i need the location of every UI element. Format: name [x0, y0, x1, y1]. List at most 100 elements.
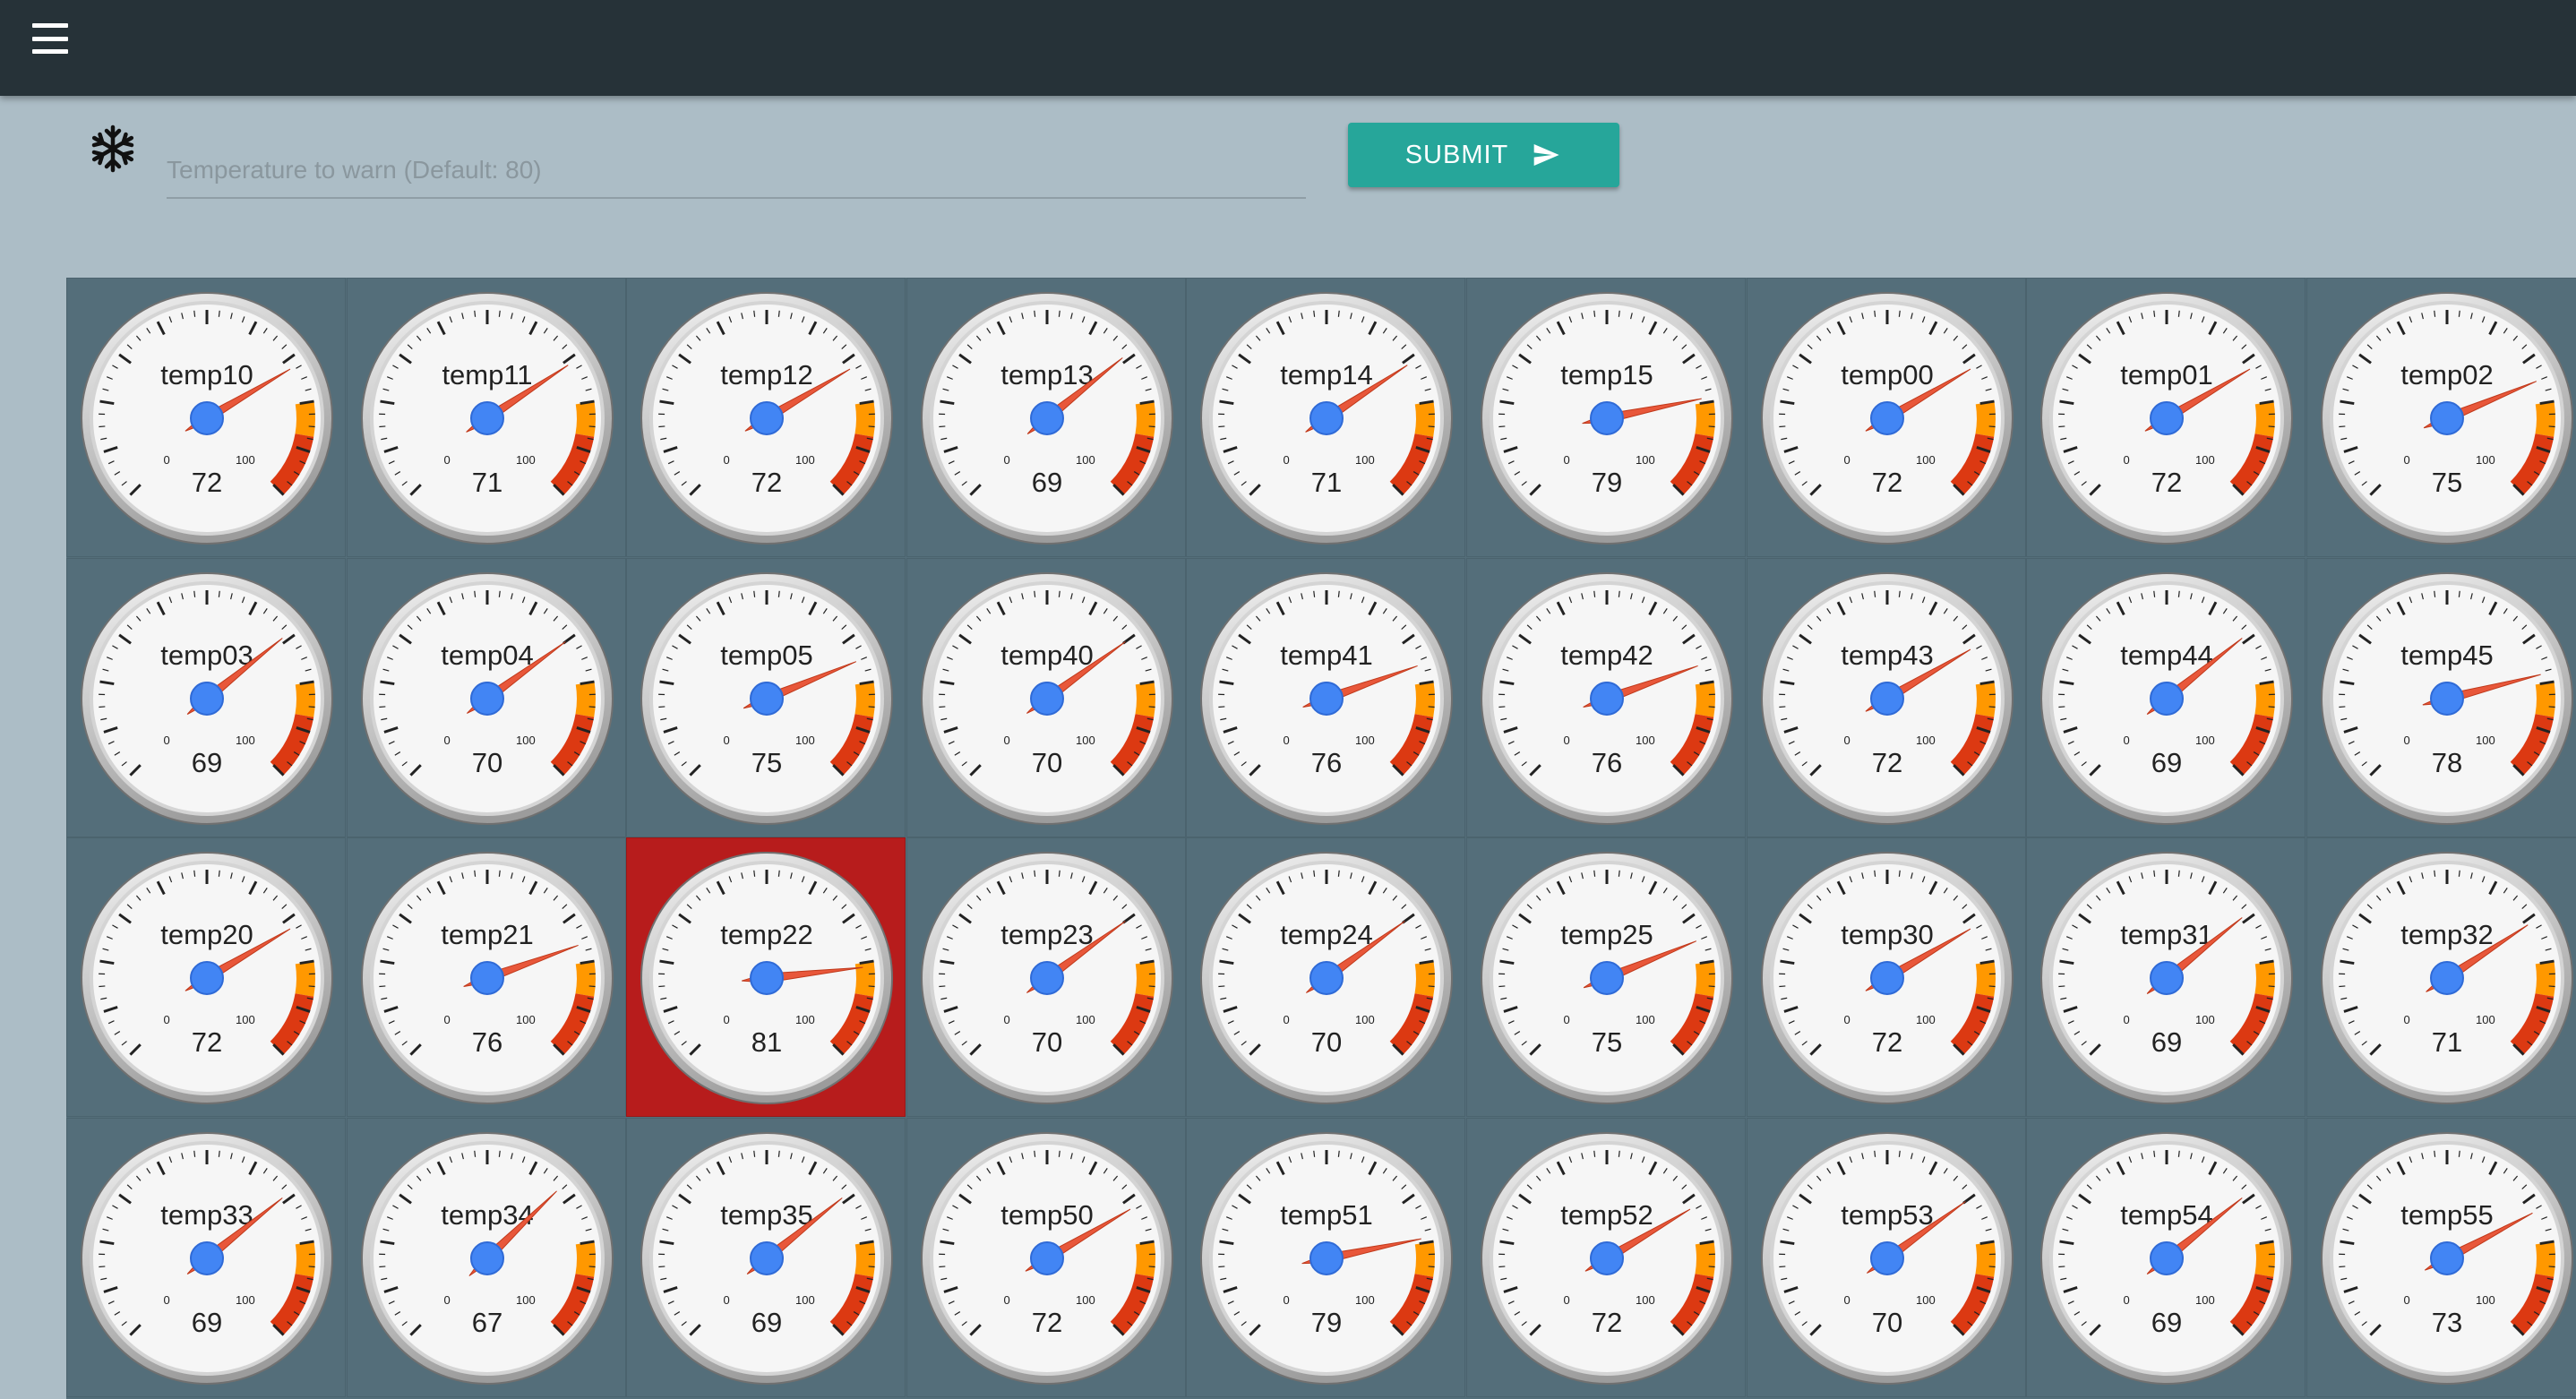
gauge-temp14: 0 100 temp14 71 [1200, 292, 1454, 545]
gauge-warning-band [1135, 401, 1155, 437]
gauge-temp10: 0 100 temp10 72 [81, 292, 333, 545]
gauge-tile-temp05[interactable]: 0 100 temp05 75 [626, 557, 906, 837]
submit-button[interactable]: SUBMIT [1348, 123, 1619, 187]
gauge-tile-temp41[interactable]: 0 100 temp41 76 [1186, 557, 1466, 837]
gauge-value: 69 [1032, 467, 1062, 498]
gauge-title: temp33 [160, 1199, 253, 1231]
gauge-tile-temp21[interactable]: 0 100 temp21 76 [346, 837, 626, 1118]
gauge-hub [1309, 401, 1344, 435]
gauge-title: temp42 [1560, 639, 1653, 671]
gauge-tile-temp22[interactable]: 0 100 temp22 81 [626, 837, 906, 1118]
gauge-value: 72 [1871, 1026, 1902, 1058]
gauge-tile-temp44[interactable]: 0 100 temp44 69 [2026, 557, 2306, 837]
gauge-min-label: 0 [1003, 734, 1009, 747]
gauge-title: temp53 [1841, 1199, 1933, 1231]
gauge-title: temp21 [441, 919, 533, 950]
gauge-min-label: 0 [163, 1013, 169, 1026]
gauge-min-label: 0 [724, 734, 730, 747]
gauge-min-label: 0 [443, 1293, 450, 1307]
gauge-max-label: 100 [516, 1293, 536, 1307]
gauge-tile-temp15[interactable]: 0 100 temp15 79 [1466, 278, 1746, 557]
gauge-temp43: 0 100 temp43 72 [1760, 571, 2014, 825]
gauge-hub [1029, 401, 1064, 435]
gauge-tile-temp50[interactable]: 0 100 temp50 72 [906, 1117, 1186, 1397]
gauge-title: temp10 [160, 359, 253, 391]
gauge-value: 79 [1592, 467, 1622, 498]
gauge-warning-band [295, 1240, 315, 1277]
gauge-max-label: 100 [236, 1013, 255, 1026]
gauge-value: 70 [471, 747, 502, 778]
gauge-max-label: 100 [1076, 453, 1095, 467]
gauge-warning-band [1695, 681, 1715, 717]
gauge-max-label: 100 [236, 453, 255, 467]
gauge-hub [1590, 1240, 1624, 1275]
gauge-warning-band [1414, 961, 1436, 997]
gauge-min-label: 0 [1284, 734, 1290, 747]
gauge-temp25: 0 100 temp25 75 [1481, 852, 1733, 1105]
gauge-tile-temp52[interactable]: 0 100 temp52 72 [1466, 1117, 1746, 1397]
gauge-tile-temp02[interactable]: 0 100 temp02 75 [2306, 278, 2576, 557]
gauge-tile-temp42[interactable]: 0 100 temp42 76 [1466, 557, 1746, 837]
gauge-min-label: 0 [443, 734, 450, 747]
gauge-tile-temp04[interactable]: 0 100 temp04 70 [346, 557, 626, 837]
gauge-min-label: 0 [1843, 1293, 1850, 1307]
gauge-temp54: 0 100 temp54 69 [2040, 1131, 2294, 1385]
gauge-tile-temp25[interactable]: 0 100 temp25 75 [1466, 837, 1746, 1118]
gauge-value: 69 [751, 1307, 782, 1338]
gauge-temp00: 0 100 temp00 72 [1760, 292, 2014, 545]
gauge-min-label: 0 [1843, 734, 1850, 747]
gauge-max-label: 100 [2195, 734, 2215, 747]
gauge-tile-temp12[interactable]: 0 100 temp12 72 [626, 278, 906, 557]
gauge-min-label: 0 [2124, 1013, 2130, 1026]
gauge-min-label: 0 [1284, 1013, 1290, 1026]
gauge-tile-temp40[interactable]: 0 100 temp40 70 [906, 557, 1186, 837]
gauge-tile-temp30[interactable]: 0 100 temp30 72 [1746, 837, 2026, 1118]
gauge-warning-band [295, 681, 315, 717]
gauge-tile-temp23[interactable]: 0 100 temp23 70 [906, 837, 1186, 1118]
warn-temperature-input[interactable] [167, 143, 1306, 199]
gauge-tile-temp11[interactable]: 0 100 temp11 71 [346, 278, 626, 557]
gauge-warning-band [2254, 681, 2276, 717]
gauge-temp45: 0 100 temp45 78 [2320, 571, 2573, 825]
gauge-tile-temp10[interactable]: 0 100 temp10 72 [66, 278, 346, 557]
gauge-temp24: 0 100 temp24 70 [1200, 852, 1454, 1105]
gauge-tile-temp32[interactable]: 0 100 temp32 71 [2306, 837, 2576, 1118]
gauge-temp12: 0 100 temp12 72 [640, 292, 894, 545]
gauge-max-label: 100 [1916, 453, 1936, 467]
gauge-max-label: 100 [1916, 1293, 1936, 1307]
gauge-tile-temp34[interactable]: 0 100 temp34 67 [346, 1117, 626, 1397]
gauge-min-label: 0 [1563, 453, 1569, 467]
gauge-warning-band [1414, 681, 1436, 717]
gauge-title: temp50 [1000, 1199, 1093, 1231]
gauge-tile-temp45[interactable]: 0 100 temp45 78 [2306, 557, 2576, 837]
gauge-tile-temp13[interactable]: 0 100 temp13 69 [906, 278, 1186, 557]
gauge-hub [190, 681, 224, 716]
menu-icon[interactable] [32, 23, 75, 54]
gauge-tile-temp35[interactable]: 0 100 temp35 69 [626, 1117, 906, 1397]
gauge-tile-temp54[interactable]: 0 100 temp54 69 [2026, 1117, 2306, 1397]
gauge-warning-band [2535, 1240, 2555, 1277]
gauge-title: temp11 [442, 359, 532, 391]
gauge-tile-temp55[interactable]: 0 100 temp55 73 [2306, 1117, 2576, 1397]
gauge-tile-temp31[interactable]: 0 100 temp31 69 [2026, 837, 2306, 1118]
gauge-tile-temp03[interactable]: 0 100 temp03 69 [66, 557, 346, 837]
gauge-tile-temp14[interactable]: 0 100 temp14 71 [1186, 278, 1466, 557]
gauge-tile-temp43[interactable]: 0 100 temp43 72 [1746, 557, 2026, 837]
gauge-tile-temp00[interactable]: 0 100 temp00 72 [1746, 278, 2026, 557]
gauge-title: temp24 [1281, 919, 1373, 950]
gauge-value: 72 [751, 467, 782, 498]
gauge-tile-temp01[interactable]: 0 100 temp01 72 [2026, 278, 2306, 557]
gauge-temp34: 0 100temp3467 [360, 1131, 614, 1385]
gauge-tile-temp53[interactable]: 0 100 temp53 70 [1746, 1117, 2026, 1397]
gauge-min-label: 0 [724, 1013, 730, 1026]
gauge-min-label: 0 [1563, 734, 1569, 747]
gauge-tile-temp51[interactable]: 0 100 temp51 79 [1186, 1117, 1466, 1397]
gauge-min-label: 0 [2403, 1293, 2409, 1307]
gauge-title: temp45 [2400, 639, 2493, 671]
gauge-tile-temp24[interactable]: 0 100 temp24 70 [1186, 837, 1466, 1118]
gauge-tile-temp33[interactable]: 0 100 temp33 69 [66, 1117, 346, 1397]
gauge-hub [469, 1240, 504, 1275]
gauge-title: temp31 [2120, 919, 2212, 950]
gauge-tile-temp20[interactable]: 0 100 temp20 72 [66, 837, 346, 1118]
gauge-min-label: 0 [2124, 453, 2130, 467]
